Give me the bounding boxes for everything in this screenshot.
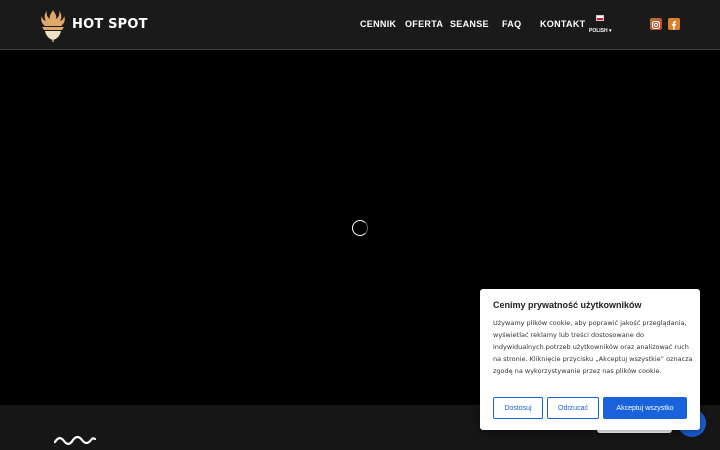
cookie-consent-dialog: Cenimy prywatność użytkowników Używamy p… [480, 289, 700, 430]
site-header: HOT SPOT CENNIK OFERTA SEANSE FAQ KONTAK… [0, 0, 720, 50]
facebook-icon[interactable] [668, 18, 680, 30]
poland-flag-icon [596, 15, 604, 21]
wave-decoration-icon [54, 435, 96, 445]
language-selector[interactable]: POLISH ▾ [588, 14, 612, 36]
chat-prompt-edge [597, 430, 672, 433]
chevron-down-icon: ▾ [609, 28, 612, 34]
instagram-icon[interactable] [650, 18, 662, 30]
cookie-title: Cenimy prywatność użytkowników [493, 300, 642, 310]
nav-oferta[interactable]: OFERTA [405, 19, 443, 29]
hot-spot-logo[interactable] [37, 8, 69, 42]
reject-button[interactable]: Odrzucać [547, 397, 599, 419]
language-label: POLISH [589, 28, 608, 34]
nav-faq[interactable]: FAQ [502, 19, 521, 29]
cookie-description: Używamy plików cookie, aby poprawić jako… [493, 319, 693, 376]
loading-spinner-icon [352, 220, 368, 236]
accept-all-button[interactable]: Akceptuj wszystko [603, 397, 687, 419]
nav-cennik[interactable]: CENNIK [360, 19, 396, 29]
customize-button[interactable]: Dostosuj [493, 397, 543, 419]
nav-kontakt[interactable]: KONTAKT [540, 19, 585, 29]
brand-name[interactable]: HOT SPOT [72, 17, 148, 32]
nav-seanse[interactable]: SEANSE [450, 19, 489, 29]
